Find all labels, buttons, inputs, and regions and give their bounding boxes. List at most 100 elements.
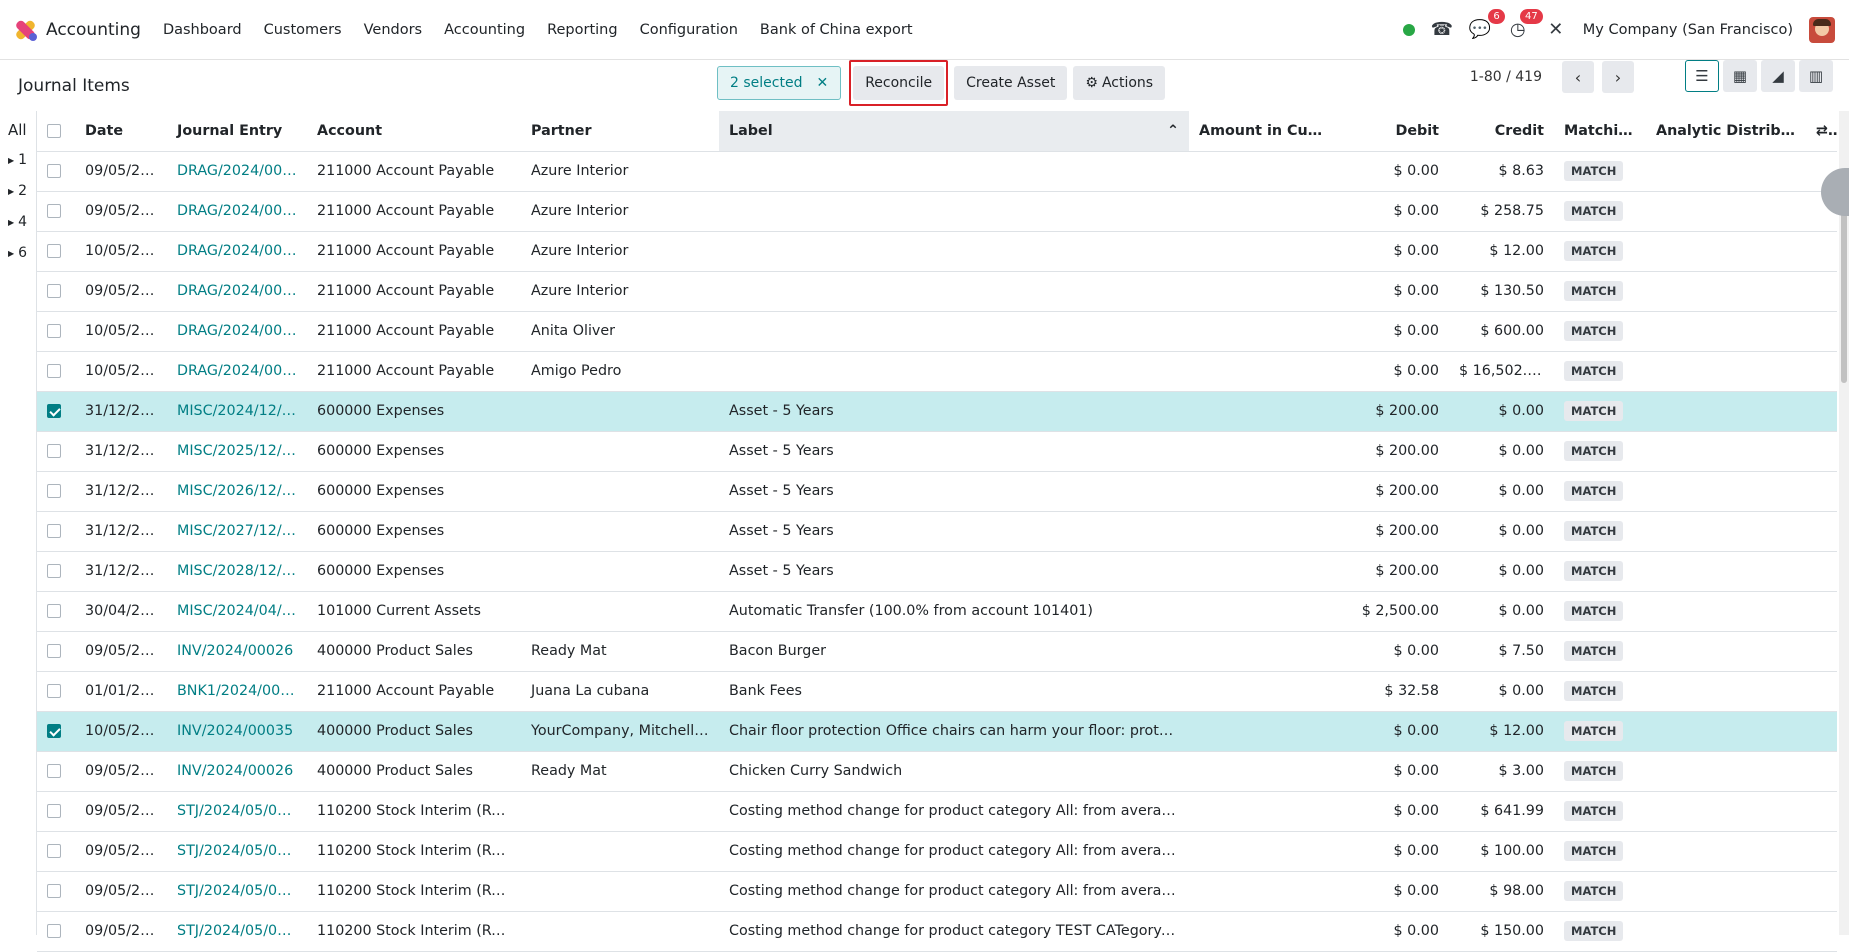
cell-journal-entry[interactable]: DRAG/2024/0001 [167, 151, 307, 191]
cell-journal-entry[interactable]: DRAG/2024/0002 [167, 191, 307, 231]
row-select-cell[interactable] [37, 311, 75, 351]
table-row[interactable]: 09/05/2024DRAG/2024/0002211000 Account P… [37, 191, 1837, 231]
app-logo-icon[interactable] [14, 18, 38, 42]
row-checkbox[interactable] [47, 804, 61, 818]
table-row[interactable]: 01/01/2024BNK1/2024/00003211000 Account … [37, 671, 1837, 711]
match-button[interactable]: MATCH [1564, 561, 1623, 581]
row-checkbox[interactable] [47, 524, 61, 538]
row-select-cell[interactable] [37, 271, 75, 311]
column-matching[interactable]: Matchin... [1554, 111, 1646, 151]
match-button[interactable]: MATCH [1564, 921, 1623, 941]
match-button[interactable]: MATCH [1564, 281, 1623, 301]
cell-journal-entry[interactable]: MISC/2025/12/0001 [167, 431, 307, 471]
table-row[interactable]: 09/05/2024STJ/2024/05/0001110200 Stock I… [37, 911, 1837, 951]
cell-journal-entry[interactable]: MISC/2027/12/0001 [167, 511, 307, 551]
row-select-cell[interactable] [37, 471, 75, 511]
match-button[interactable]: MATCH [1564, 681, 1623, 701]
reconcile-button[interactable]: Reconcile [853, 66, 944, 100]
match-button[interactable]: MATCH [1564, 761, 1623, 781]
row-checkbox[interactable] [47, 484, 61, 498]
row-checkbox[interactable] [47, 164, 61, 178]
table-row[interactable]: 10/05/2024DRAG/2024/0010211000 Account P… [37, 351, 1837, 391]
table-row[interactable]: 31/12/2027MISC/2027/12/0001600000 Expens… [37, 511, 1837, 551]
cell-journal-entry[interactable]: INV/2024/00026 [167, 751, 307, 791]
user-avatar[interactable] [1809, 17, 1835, 43]
scrollbar-thumb[interactable] [1841, 203, 1847, 383]
row-select-cell[interactable] [37, 631, 75, 671]
table-row[interactable]: 10/05/2024INV/2024/00035400000 Product S… [37, 711, 1837, 751]
row-select-cell[interactable] [37, 711, 75, 751]
match-button[interactable]: MATCH [1564, 201, 1623, 221]
cell-journal-entry[interactable]: BNK1/2024/00003 [167, 671, 307, 711]
clear-selection-icon[interactable]: ✕ [816, 75, 828, 91]
menu-customers[interactable]: Customers [264, 22, 342, 38]
match-button[interactable]: MATCH [1564, 841, 1623, 861]
row-select-cell[interactable] [37, 751, 75, 791]
messages-icon[interactable]: 💬6 [1469, 19, 1491, 40]
cell-journal-entry[interactable]: MISC/2024/04/0012 [167, 591, 307, 631]
row-checkbox[interactable] [47, 324, 61, 338]
row-select-cell[interactable] [37, 511, 75, 551]
table-row[interactable]: 31/12/2024MISC/2024/12/0002600000 Expens… [37, 391, 1837, 431]
row-select-cell[interactable] [37, 591, 75, 631]
table-row[interactable]: 10/05/2024DRAG/2024/0008211000 Account P… [37, 311, 1837, 351]
sidebar-group-1[interactable]: ▶1 [0, 152, 36, 183]
match-button[interactable]: MATCH [1564, 441, 1623, 461]
menu-configuration[interactable]: Configuration [640, 22, 738, 38]
row-checkbox[interactable] [47, 844, 61, 858]
cell-journal-entry[interactable]: INV/2024/00035 [167, 711, 307, 751]
row-select-cell[interactable] [37, 791, 75, 831]
sidebar-all[interactable]: All [0, 121, 36, 152]
cell-journal-entry[interactable]: DRAG/2024/0004 [167, 231, 307, 271]
row-checkbox[interactable] [47, 724, 61, 738]
match-button[interactable]: MATCH [1564, 361, 1623, 381]
row-select-cell[interactable] [37, 231, 75, 271]
row-checkbox[interactable] [47, 244, 61, 258]
menu-reporting[interactable]: Reporting [547, 22, 618, 38]
row-select-cell[interactable] [37, 551, 75, 591]
row-checkbox[interactable] [47, 364, 61, 378]
row-checkbox[interactable] [47, 204, 61, 218]
table-row[interactable]: 31/12/2025MISC/2025/12/0001600000 Expens… [37, 431, 1837, 471]
phone-icon[interactable]: ☎ [1431, 19, 1453, 40]
table-row[interactable]: 09/05/2024INV/2024/00026400000 Product S… [37, 631, 1837, 671]
table-row[interactable]: 31/12/2028MISC/2028/12/0001600000 Expens… [37, 551, 1837, 591]
menu-dashboard[interactable]: Dashboard [163, 22, 242, 38]
match-button[interactable]: MATCH [1564, 721, 1623, 741]
cell-journal-entry[interactable]: STJ/2024/05/0006 [167, 831, 307, 871]
row-checkbox[interactable] [47, 644, 61, 658]
column-amount-currency[interactable]: Amount in Curre... [1189, 111, 1339, 151]
cell-journal-entry[interactable]: MISC/2024/12/0002 [167, 391, 307, 431]
app-name[interactable]: Accounting [46, 20, 141, 40]
row-checkbox[interactable] [47, 884, 61, 898]
graph-view-icon[interactable]: ◢ [1761, 60, 1795, 92]
row-checkbox[interactable] [47, 284, 61, 298]
row-select-cell[interactable] [37, 831, 75, 871]
column-partner[interactable]: Partner [521, 111, 719, 151]
column-credit[interactable]: Credit [1449, 111, 1554, 151]
row-select-cell[interactable] [37, 151, 75, 191]
column-debit[interactable]: Debit [1339, 111, 1449, 151]
match-button[interactable]: MATCH [1564, 401, 1623, 421]
column-account[interactable]: Account [307, 111, 521, 151]
debug-tools-icon[interactable]: ✕ [1545, 19, 1567, 40]
cell-journal-entry[interactable]: DRAG/2024/0008 [167, 311, 307, 351]
cell-journal-entry[interactable]: STJ/2024/05/0003 [167, 791, 307, 831]
cell-journal-entry[interactable]: MISC/2026/12/0001 [167, 471, 307, 511]
pager-next-icon[interactable]: › [1602, 61, 1634, 93]
sidebar-group-2[interactable]: ▶2 [0, 183, 36, 214]
match-button[interactable]: MATCH [1564, 641, 1623, 661]
column-date[interactable]: Date [75, 111, 167, 151]
match-button[interactable]: MATCH [1564, 481, 1623, 501]
table-row[interactable]: 09/05/2024STJ/2024/05/0003110200 Stock I… [37, 791, 1837, 831]
pager-value[interactable]: 1-80 / 419 [1470, 69, 1542, 85]
row-select-cell[interactable] [37, 191, 75, 231]
cell-journal-entry[interactable]: INV/2024/00026 [167, 631, 307, 671]
match-button[interactable]: MATCH [1564, 241, 1623, 261]
pager-previous-icon[interactable]: ‹ [1562, 61, 1594, 93]
table-row[interactable]: 31/12/2026MISC/2026/12/0001600000 Expens… [37, 471, 1837, 511]
match-button[interactable]: MATCH [1564, 881, 1623, 901]
row-checkbox[interactable] [47, 924, 61, 938]
row-checkbox[interactable] [47, 564, 61, 578]
match-button[interactable]: MATCH [1564, 801, 1623, 821]
